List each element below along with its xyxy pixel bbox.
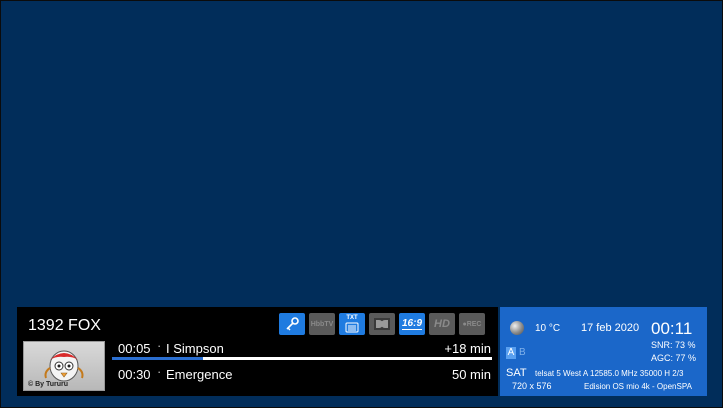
hd-icon: HD xyxy=(429,313,455,335)
now-remaining: +18 min xyxy=(444,341,491,356)
infobar: 1392 FOX HbbTV TXT 16:9 HD ●REC © By Tur… xyxy=(17,307,498,396)
next-duration: 50 min xyxy=(451,367,491,382)
logo-caption: © By Tururu xyxy=(28,381,69,388)
now-title: I Simpson xyxy=(166,341,224,356)
hbbtv-icon: HbbTV xyxy=(309,313,335,335)
dolby-icon xyxy=(369,313,395,335)
clock: 00:11 xyxy=(651,319,693,338)
now-separator: · xyxy=(157,338,162,353)
video-screen: 1392 FOX HbbTV TXT 16:9 HD ●REC © By Tur… xyxy=(0,0,723,408)
transponder-info: telsat 5 West A 12585.0 MHz 35000 H 2/3 xyxy=(535,369,684,378)
tuner-type: SAT xyxy=(506,367,527,379)
weather-moon-icon xyxy=(510,321,524,335)
device-name: Edision OS mio 4k - OpenSPA xyxy=(584,382,692,391)
tuner-b-badge: B xyxy=(519,347,526,358)
program-progress-fill xyxy=(112,357,204,360)
program-progress-bar xyxy=(112,357,492,360)
temperature: 10 °C xyxy=(535,323,561,334)
next-start-time: 00:30 xyxy=(118,367,151,382)
rec-icon: ●REC xyxy=(459,313,485,335)
key-icon xyxy=(279,313,305,335)
info-panel: 10 °C 17 feb 2020 00:11 SNR: 73 % AGC: 7… xyxy=(500,307,707,396)
snr-value: SNR: 73 % xyxy=(651,340,696,350)
tuner-a-badge: A xyxy=(506,347,516,359)
channel-logo: © By Tururu xyxy=(23,341,105,391)
now-start-time: 00:05 xyxy=(118,341,151,356)
channel-name: 1392 FOX xyxy=(28,317,101,334)
next-separator: · xyxy=(157,364,162,379)
teletext-icon: TXT xyxy=(339,313,365,335)
video-resolution: 720 x 576 xyxy=(512,381,552,391)
aspect-16-9-icon: 16:9 xyxy=(399,313,425,335)
next-title: Emergence xyxy=(166,367,233,382)
date: 17 feb 2020 xyxy=(581,322,640,334)
agc-value: AGC: 77 % xyxy=(651,353,697,363)
